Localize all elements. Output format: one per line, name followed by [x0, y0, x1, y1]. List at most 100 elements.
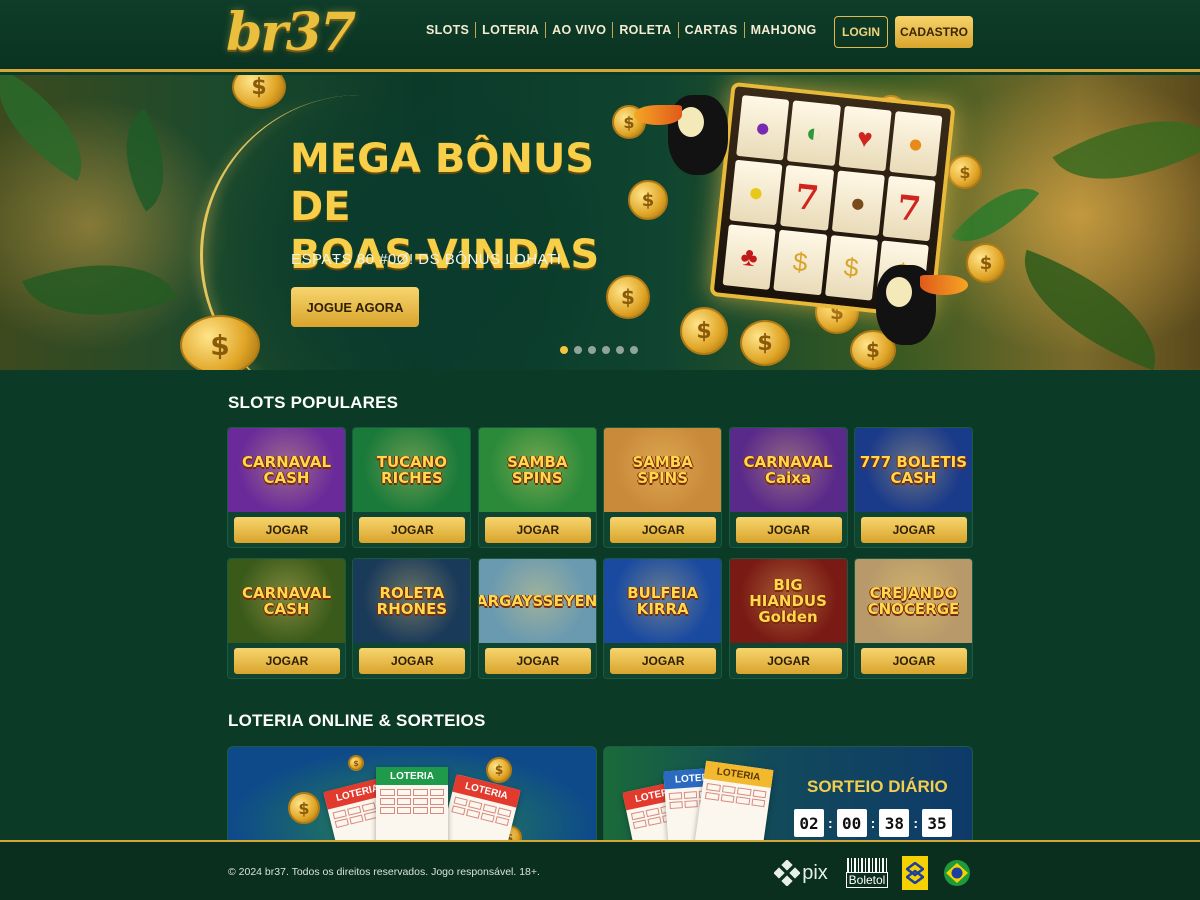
slot-game-card[interactable]: 777 BOLETIS CASH JOGAR [853, 427, 973, 548]
lottery-card[interactable]: $ $ $ $ LOTERIA LOTERIA LOTERIA [227, 746, 597, 846]
slot-game-art[interactable]: CREJANDO CNOCERGE [854, 559, 972, 643]
slot-game-title: TUCANO RICHES [376, 453, 448, 487]
play-game-button[interactable]: JOGAR [860, 517, 967, 543]
strawberry-icon: ♥ [838, 105, 892, 172]
barcode-icon [847, 858, 887, 872]
slot-game-title: SAMBA SPINS [507, 453, 568, 487]
coin-icon: $ [180, 315, 260, 370]
nav-cartas[interactable]: CARTAS [679, 23, 744, 37]
slot-game-art[interactable]: CARNAVAL CASH [228, 428, 345, 512]
carousel-dot[interactable] [560, 346, 568, 354]
slot-game-card[interactable]: TUCANO RICHES JOGAR [352, 427, 472, 548]
nav-mahjong[interactable]: MAHJONG [745, 23, 823, 37]
coin-icon: $ [740, 320, 790, 366]
carousel-dot[interactable] [616, 346, 624, 354]
play-game-button[interactable]: JOGAR [234, 648, 340, 674]
jungle-leaf [22, 233, 178, 347]
slot-game-title: CREJANDO CNOCERGE [867, 584, 960, 618]
nav-roleta[interactable]: ROLETA [613, 23, 677, 37]
coin-icon: $ [948, 155, 982, 189]
slot-game-card[interactable]: CARNAVAL CASH JOGAR [227, 558, 346, 679]
play-game-button[interactable]: JOGAR [484, 648, 591, 674]
pix-label: pix [802, 861, 828, 884]
boleto-label: Boletol [845, 872, 889, 888]
slot-game-art[interactable]: BULFEIA KIRRA [604, 559, 722, 643]
slot-game-card[interactable]: PARGAYSSEYENS JOGAR [477, 558, 597, 679]
coin-icon: $ [232, 75, 286, 109]
slot-game-title: SAMBA SPINS [632, 453, 693, 487]
section-title-slots: SLOTS POPULARES [228, 393, 399, 412]
site-logo[interactable]: br37 [226, 2, 356, 63]
site-footer: © 2024 br37. Todos os direitos reservado… [0, 840, 1200, 900]
slot-game-card[interactable]: BULFEIA KIRRA JOGAR [603, 558, 723, 679]
play-now-button[interactable]: JOGUE AGORA [291, 287, 419, 327]
play-game-button[interactable]: JOGAR [359, 648, 466, 674]
toucan-beak [920, 275, 968, 295]
slot-game-art[interactable]: ROLETA RHONES [353, 559, 471, 643]
login-button[interactable]: LOGIN [834, 16, 888, 48]
nav-loteria[interactable]: LOTERIA [476, 23, 545, 37]
slot-game-art[interactable]: BIG HIANDUS Golden [729, 559, 847, 643]
timer-separator: : [828, 815, 833, 831]
coin-icon: $ [348, 755, 364, 771]
slot-game-art[interactable]: TUCANO RICHES [353, 428, 471, 512]
coin-icon: $ [288, 792, 320, 824]
boleto-logo: Boletol [845, 856, 889, 890]
main-nav: SLOTS LOTERIA AO VIVO ROLETA CARTAS MAHJ… [420, 22, 823, 38]
play-game-button[interactable]: JOGAR [610, 648, 717, 674]
slot-game-card[interactable]: BIG HIANDUS Golden JOGAR [728, 558, 848, 679]
grape-icon: ● [736, 95, 790, 161]
carousel-dot[interactable] [602, 346, 610, 354]
carousel-dot[interactable] [588, 346, 596, 354]
daily-draw-title: SORTEIO DIÁRIO [807, 777, 948, 796]
timer-separator: : [870, 815, 876, 831]
brazil-flag-icon [942, 856, 972, 890]
slot-game-art[interactable]: SAMBA SPINS [604, 428, 722, 512]
slot-game-title: ROLETA RHONES [376, 584, 448, 618]
timer-seconds: 38 [879, 809, 910, 837]
slot-game-card[interactable]: CREJANDO CNOCERGE JOGAR [853, 558, 973, 679]
hero-title-line: MEGA BÔNUS DE [290, 136, 595, 230]
play-game-button[interactable]: JOGAR [359, 517, 466, 543]
play-game-button[interactable]: JOGAR [234, 517, 340, 543]
copyright-text: © 2024 br37. Todos os direitos reservado… [228, 866, 540, 878]
slot-game-title: BIG HIANDUS Golden [749, 576, 827, 626]
timer-frames: 35 [922, 809, 953, 837]
nav-ao-vivo[interactable]: AO VIVO [546, 23, 612, 37]
slot-game-card[interactable]: CARNAVAL Caixa JOGAR [728, 427, 848, 548]
seven-icon: 7 [882, 175, 936, 242]
slot-game-art[interactable]: CARNAVAL Caixa [729, 428, 847, 512]
slot-game-card[interactable]: SAMBA SPINS JOGAR [477, 427, 597, 548]
slot-game-title: PARGAYSSEYENS [477, 592, 597, 610]
carousel-dot[interactable] [630, 346, 638, 354]
lemon-icon: ● [729, 159, 783, 226]
jungle-leaf [1002, 249, 1178, 370]
play-game-button[interactable]: JOGAR [735, 517, 842, 543]
carousel-dot[interactable] [574, 346, 582, 354]
carousel-dots [560, 346, 638, 354]
nav-slots[interactable]: SLOTS [420, 23, 475, 37]
lottery-ticket: LOTERIA [437, 774, 521, 845]
play-game-button[interactable]: JOGAR [484, 517, 591, 543]
jungle-leaf [100, 108, 190, 212]
slot-game-card[interactable]: ROLETA RHONES JOGAR [352, 558, 472, 679]
slot-game-card[interactable]: CARNAVAL CASH JOGAR [227, 427, 346, 548]
slot-game-art[interactable]: PARGAYSSEYENS [477, 559, 597, 643]
hero-banner[interactable]: $ $ $ $ $ $ $ $ $ $ $ $ $ ● ◐ ♥ ● ● 7 ● … [0, 75, 1200, 370]
slot-game-art[interactable]: CARNAVAL CASH [228, 559, 345, 643]
slot-game-card[interactable]: SAMBA SPINS JOGAR [603, 427, 723, 548]
daily-draw-card[interactable]: LOTERIA LOTERIA LOTERIA SORTEIO DIÁRIO 0… [603, 746, 973, 846]
watermelon-icon: ◐ [787, 100, 841, 166]
toucan-icon [634, 95, 728, 175]
orange-icon: ● [889, 111, 943, 177]
play-game-button[interactable]: JOGAR [735, 648, 842, 674]
signup-button[interactable]: CADASTRO [895, 16, 973, 48]
seven-icon: 7 [780, 165, 834, 231]
slot-game-title: CARNAVAL CASH [241, 584, 332, 618]
play-game-button[interactable]: JOGAR [610, 517, 717, 543]
play-game-button[interactable]: JOGAR [860, 648, 967, 674]
section-title-lottery: LOTERIA ONLINE & SORTEIOS [228, 711, 486, 730]
slot-game-art[interactable]: SAMBA SPINS [478, 428, 596, 512]
slot-game-art[interactable]: 777 BOLETIS CASH [854, 428, 972, 512]
countdown-timer: 02 : 00 : 38 : 35 [794, 809, 953, 837]
